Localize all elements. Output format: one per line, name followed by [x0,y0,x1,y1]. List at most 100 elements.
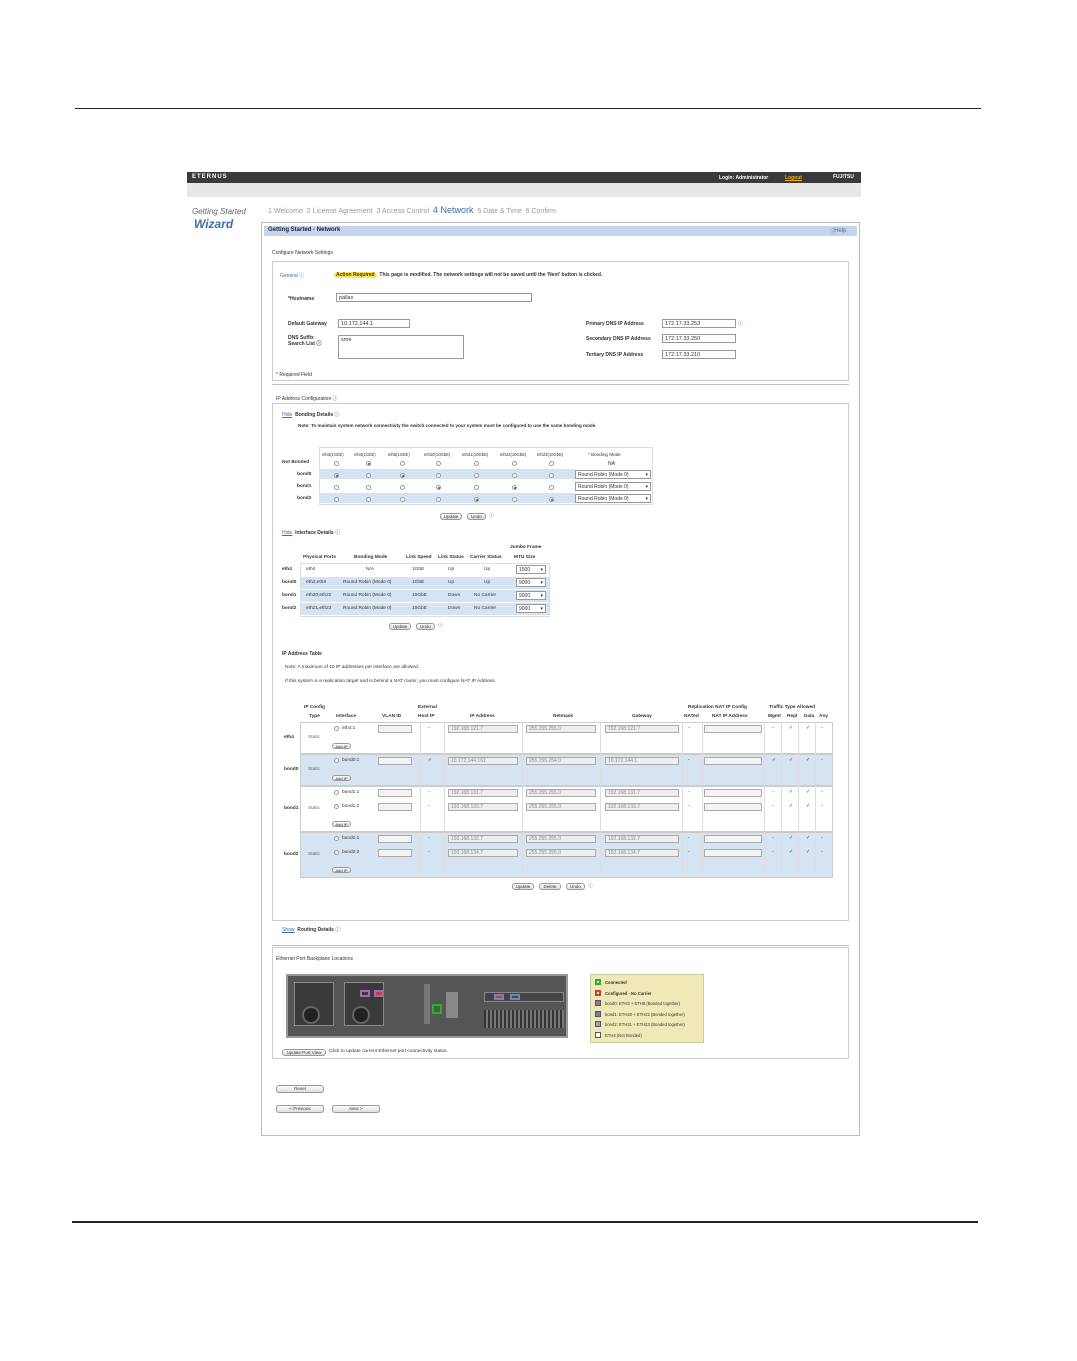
bond-radio[interactable] [334,485,339,490]
netmask-input[interactable]: 255.255.255.0 [526,835,596,843]
reset-button[interactable]: Reset [276,1085,324,1093]
any-flag[interactable]: - [821,757,823,763]
ip-row-radio[interactable] [334,726,339,731]
add-ip-button[interactable]: Add IP [332,743,351,749]
ip-input[interactable]: 10.172.144.161 [448,757,518,765]
bond-radio[interactable] [474,473,479,478]
gateway-input[interactable]: 10.172.144.1 [605,757,679,765]
natip-input[interactable] [704,849,762,857]
mgmt-flag[interactable]: - [772,803,774,809]
next-button[interactable]: Next > [332,1105,380,1113]
add-ip-button[interactable]: Add IP [332,775,351,781]
dns-suffix-textarea[interactable]: sme [338,335,464,359]
mtu-select[interactable]: 9000 [516,591,546,600]
step-datetime[interactable]: 5 Date & Time [477,208,521,215]
data-flag[interactable]: ✓ [806,835,810,841]
repl-flag[interactable]: ✓ [789,757,793,763]
bond-radio[interactable] [512,485,517,490]
data-flag[interactable]: ✓ [806,849,810,855]
step-network[interactable]: 4 Network [433,205,474,215]
bond-radio[interactable] [366,485,371,490]
hostname-input[interactable]: pallas [336,293,532,302]
mgmt-flag[interactable]: - [772,849,774,855]
logout-link[interactable]: Logout [785,175,802,181]
natip-input[interactable] [704,835,762,843]
repl-flag[interactable]: ✓ [789,849,793,855]
repl-flag[interactable]: ✓ [789,803,793,809]
ip-delete-button[interactable]: Delete [539,883,561,890]
natip-input[interactable] [704,803,762,811]
repl-flag[interactable]: ✓ [789,725,793,731]
gateway-input[interactable]: 10.172.144.1 [338,319,410,328]
bond-radio[interactable] [436,461,441,466]
ip-undo-button[interactable]: Undo [566,883,585,890]
bond-radio[interactable] [400,473,405,478]
bond-radio[interactable] [334,497,339,502]
repl-flag[interactable]: ✓ [789,835,793,841]
add-ip-button[interactable]: Add IP [332,867,351,873]
data-flag[interactable]: ✓ [806,725,810,731]
bond-radio[interactable] [549,473,554,478]
bond2-mode-select[interactable]: Round Robin (Mode 0) [575,494,651,503]
previous-button[interactable]: < Previous [276,1105,324,1113]
mgmt-flag[interactable]: ✓ [772,757,776,763]
bond-radio[interactable] [334,461,339,466]
bonding-update-button[interactable]: Update [440,513,462,520]
data-flag[interactable]: ✓ [806,789,810,795]
bond-radio[interactable] [474,461,479,466]
ip-row-radio[interactable] [334,790,339,795]
mtu-select[interactable]: 9000 [516,578,546,587]
mgmt-flag[interactable]: - [772,725,774,731]
ip-input[interactable]: 192.168.133.7 [448,803,518,811]
iface-update-button[interactable]: Update [389,623,411,630]
repl-flag[interactable]: ✓ [789,789,793,795]
bonding-undo-button[interactable]: Undo [467,513,486,520]
bond-radio[interactable] [400,461,405,466]
routing-show-link[interactable]: Show [282,927,295,933]
mgmt-flag[interactable]: - [772,835,774,841]
any-flag[interactable]: - [821,835,823,841]
bond-radio[interactable] [512,461,517,466]
bond1-mode-select[interactable]: Round Robin (Mode 0) [575,482,651,491]
any-flag[interactable]: - [821,725,823,731]
bond-radio[interactable] [334,473,339,478]
bond-radio[interactable] [512,473,517,478]
bond-radio[interactable] [512,497,517,502]
netmask-input[interactable]: 255.255.255.0 [526,849,596,857]
bond-radio[interactable] [400,485,405,490]
ip-row-radio[interactable] [334,758,339,763]
dns1-input[interactable]: 172.17.33.253 [662,319,736,328]
dns2-input[interactable]: 172.17.33.250 [662,334,736,343]
any-flag[interactable]: - [821,789,823,795]
gateway-input[interactable]: 192.168.121.7 [605,725,679,733]
ip-input[interactable]: 192.168.132.7 [448,835,518,843]
netmask-input[interactable]: 255.255.254.0 [526,757,596,765]
vlan-input[interactable] [378,789,412,797]
gateway-input[interactable]: 192.168.132.7 [605,835,679,843]
ip-update-button[interactable]: Update [512,883,534,890]
vlan-input[interactable] [378,835,412,843]
gateway-input[interactable]: 192.168.131.7 [605,789,679,797]
gateway-input[interactable]: 192.168.133.7 [605,803,679,811]
ip-row-radio[interactable] [334,804,339,809]
natip-input[interactable] [704,757,762,765]
bond-radio[interactable] [366,497,371,502]
bond-radio[interactable] [474,497,479,502]
dns3-input[interactable]: 172.17.33.210 [662,350,736,359]
gateway-input[interactable]: 192.168.134.7 [605,849,679,857]
mtu-select[interactable]: 1500 [516,565,546,574]
ip-input[interactable]: 192.168.121.7 [448,725,518,733]
bond-radio[interactable] [366,461,371,466]
netmask-input[interactable]: 255.255.255.0 [526,725,596,733]
bond-radio[interactable] [549,485,554,490]
bond0-mode-select[interactable]: Round Robin (Mode 0) [575,470,651,479]
ip-row-radio[interactable] [334,836,339,841]
mtu-select[interactable]: 9000 [516,604,546,613]
ip-row-radio[interactable] [334,850,339,855]
vlan-input[interactable] [378,803,412,811]
bond-radio[interactable] [436,485,441,490]
data-flag[interactable]: ✓ [806,757,810,763]
add-ip-button[interactable]: Add IP [332,821,351,827]
natip-input[interactable] [704,789,762,797]
iface-undo-button[interactable]: Undo [416,623,435,630]
